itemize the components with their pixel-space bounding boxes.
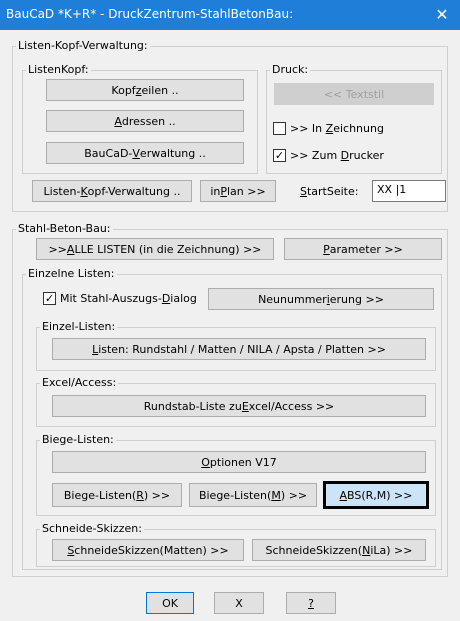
schneide-skizzen-label: Schneide-Skizzen: (40, 522, 144, 535)
in-plan-text-1: in (210, 184, 221, 198)
zum-drucker-text-2: rucker (349, 149, 384, 162)
mit-stahl-text-1: Mit Stahl-Auszugs- (60, 292, 162, 305)
alle-listen-text-1: >> (48, 242, 67, 256)
zum-drucker-checkbox[interactable]: ✓ (273, 149, 286, 162)
lkv-text-1: Listen- (43, 184, 81, 198)
mit-stahl-auszugs-dialog-label[interactable]: Mit Stahl-Auszugs-Dialog (60, 292, 197, 305)
adressen-hotkey: A (114, 114, 122, 128)
abs-hotkey: A (339, 488, 348, 502)
listen-kopf-verwaltung-button[interactable]: Listen- Kopf-Verwaltung .. (32, 180, 192, 202)
startseite-input[interactable]: XX |1 (372, 180, 446, 202)
parameter-hotkey: P (323, 242, 330, 256)
textstil-button[interactable]: << Textstil (274, 83, 434, 105)
startseite-hotkey: S (300, 185, 307, 198)
excel-access-label: Excel/Access: (40, 376, 119, 389)
biege-listen-label: Biege-Listen: (40, 433, 116, 446)
optionen-text: ptionen V17 (209, 455, 277, 469)
kopfzeilen-text-1: Kopf (111, 83, 136, 97)
schneide-nila-hotkey: N (362, 543, 371, 557)
stahl-beton-bau-label: Stahl-Beton-Bau: (16, 222, 113, 235)
biege-listen-m-button[interactable]: Biege-Listen(M) >> (189, 483, 317, 507)
startseite-text: tartSeite: (306, 185, 359, 198)
schneide-skizzen-matten-button[interactable]: SchneideSkizzen(Matten) >> (52, 539, 244, 561)
rundstab-hotkey: E (241, 399, 249, 413)
abs-text: BS(R,M) >> (347, 488, 413, 502)
window-title: BauCaD *K+R* - DruckZentrum-StahlBetonBa… (6, 7, 294, 21)
optionen-button[interactable]: Optionen V17 (52, 451, 426, 473)
baucad-text-1: BauCaD- (84, 146, 133, 160)
mit-stahl-auszugs-dialog-checkbox[interactable]: ✓ (43, 292, 56, 305)
help-button[interactable]: ? (286, 592, 336, 614)
in-plan-text-2: lan >> (226, 184, 266, 198)
rundstab-liste-excel-button[interactable]: Rundstab-Liste zu Excel/Access >> (52, 395, 426, 417)
in-zeichnung-checkbox[interactable] (273, 122, 286, 135)
biege-r-text-1: Biege-Listen( (63, 488, 137, 502)
lkv-hotkey: K (80, 184, 88, 198)
checkmark-icon: ✓ (44, 292, 55, 305)
in-zeichnung-text-2: eichnung (333, 122, 384, 135)
baucad-hotkey: V (132, 146, 140, 160)
alle-listen-hotkey: A (66, 242, 75, 256)
listen-rundstahl-button[interactable]: Listen: Rundstahl / Matten / NILA / Apst… (52, 338, 426, 360)
schneide-nila-text-2: iLa) >> (370, 543, 413, 557)
biege-m-hotkey: M (271, 488, 281, 502)
rundstab-text-1: Rundstab-Liste zu (143, 399, 242, 413)
listen-kopf-verwaltung-label: Listen-Kopf-Verwaltung: (16, 39, 150, 52)
help-text: ? (308, 596, 314, 610)
close-icon[interactable]: ✕ (424, 0, 460, 30)
kopfzeilen-button[interactable]: Kopf z eilen .. (46, 79, 244, 101)
adressen-text: dressen .. (121, 114, 176, 128)
optionen-hotkey: O (201, 455, 210, 469)
in-plan-hotkey: P (220, 184, 227, 198)
schneide-matten-text: chneideSkizzen(Matten) >> (74, 543, 229, 557)
kopfzeilen-text-2: eilen .. (141, 83, 179, 97)
lkv-text-2: opf-Verwaltung .. (87, 184, 181, 198)
neunummerierung-text-1: Neunummer (258, 292, 327, 306)
baucad-verwaltung-button[interactable]: BauCaD- Verwaltung .. (46, 142, 244, 164)
schneide-matten-hotkey: S (67, 543, 75, 557)
parameter-button[interactable]: Parameter >> (284, 238, 442, 260)
biege-m-text-2: ) >> (280, 488, 308, 502)
einzelne-listen-label: Einzelne Listen: (26, 267, 117, 280)
biege-m-text-1: Biege-Listen( (198, 488, 272, 502)
neunummerierung-button[interactable]: Neunummer i erung >> (208, 288, 434, 310)
zum-drucker-label[interactable]: >> Zum Drucker (290, 149, 384, 162)
listen-rundstahl-text: isten: Rundstahl / Matten / NILA / Apsta… (98, 342, 386, 356)
in-zeichnung-label[interactable]: >> In Zeichnung (290, 122, 384, 135)
neunummerierung-text-2: erung >> (329, 292, 384, 306)
startseite-label: StartSeite: (300, 185, 358, 198)
zum-drucker-hotkey: D (340, 149, 350, 162)
parameter-text: arameter >> (329, 242, 403, 256)
adressen-button[interactable]: Adressen .. (46, 110, 244, 132)
title-bar: BauCaD *K+R* - DruckZentrum-StahlBetonBa… (0, 0, 460, 30)
abs-button[interactable]: A BS(R,M) >> (323, 481, 429, 509)
schneide-skizzen-nila-button[interactable]: SchneideSkizzen(NiLa) >> (252, 539, 426, 561)
biege-r-hotkey: R (136, 488, 144, 502)
rundstab-text-2: xcel/Access >> (248, 399, 335, 413)
ok-button[interactable]: OK (146, 592, 194, 614)
alle-listen-text-2: LLE LISTEN (in die Zeichnung) >> (74, 242, 262, 256)
mit-stahl-text-2: ialog (170, 292, 197, 305)
alle-listen-button[interactable]: >> A LLE LISTEN (in die Zeichnung) >> (36, 238, 274, 260)
biege-listen-r-button[interactable]: Biege-Listen(R) >> (52, 483, 182, 507)
baucad-text-2: erwaltung .. (139, 146, 206, 160)
zum-drucker-text-1: >> Zum (290, 149, 341, 162)
druck-label: Druck: (270, 63, 311, 76)
einzel-listen-label: Einzel-Listen: (40, 320, 118, 333)
biege-r-text-2: ) >> (143, 488, 171, 502)
x-button[interactable]: X (214, 592, 264, 614)
in-plan-button[interactable]: in Plan >> (200, 180, 276, 202)
listenkopf-label: ListenKopf: (26, 63, 91, 76)
checkmark-icon: ✓ (274, 149, 285, 162)
in-zeichnung-text-1: >> In (290, 122, 326, 135)
schneide-nila-text-1: SchneideSkizzen( (265, 543, 363, 557)
